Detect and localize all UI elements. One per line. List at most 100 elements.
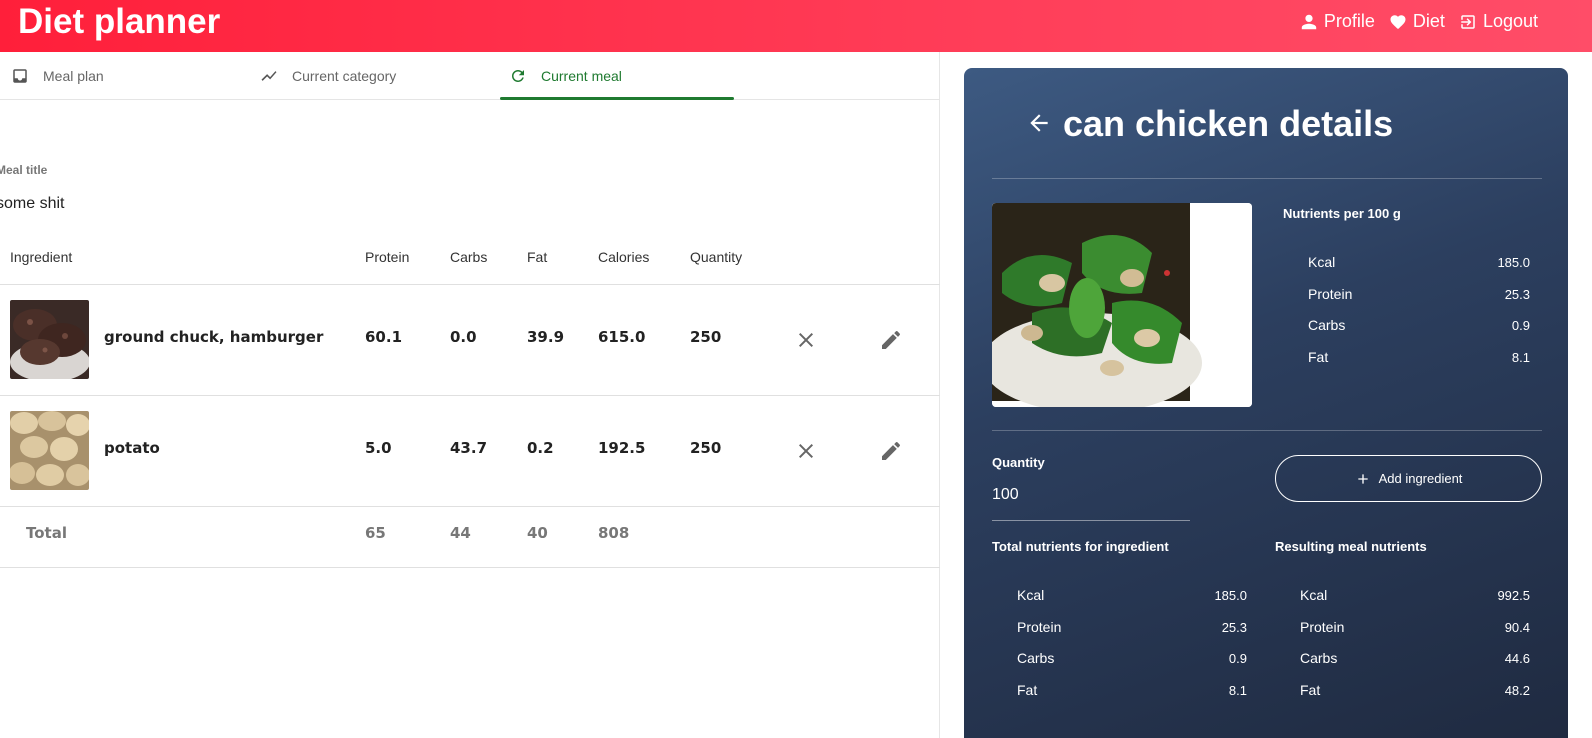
total-protein: 65: [365, 524, 386, 542]
edit-ingredient-button[interactable]: [879, 328, 903, 352]
total-label: Total: [26, 524, 67, 542]
ingredient-name: ground chuck, hamburger: [104, 328, 324, 346]
per100-protein-label: Protein: [1308, 286, 1353, 302]
tab-current-category-label: Current category: [292, 68, 397, 84]
tab-current-category[interactable]: Current category: [260, 52, 396, 100]
heart-icon: [1390, 14, 1406, 29]
cell-carbs: 0.0: [450, 328, 477, 346]
col-fat: Fat: [527, 249, 548, 265]
per100-label: Nutrients per 100 g: [1283, 206, 1401, 221]
per100-kcal-label: Kcal: [1308, 254, 1336, 270]
col-ingredient: Ingredient: [10, 249, 73, 265]
ingredient-photo: [992, 203, 1252, 407]
tab-bar: Meal plan Current category Current meal: [0, 52, 940, 100]
remove-ingredient-button[interactable]: [794, 328, 818, 352]
person-icon: [1301, 14, 1317, 29]
cell-fat: 0.2: [527, 439, 554, 457]
total-calories: 808: [598, 524, 630, 542]
resulting-kcal-label: Kcal: [1300, 587, 1328, 603]
back-button[interactable]: [1026, 110, 1052, 136]
row-divider: [0, 506, 940, 507]
divider: [992, 178, 1542, 179]
cell-protein: 5.0: [365, 439, 392, 457]
resulting-protein-label: Protein: [1300, 619, 1345, 635]
plus-icon: [1357, 473, 1368, 484]
total-protein-label: Protein: [1017, 619, 1062, 635]
quantity-label: Quantity: [992, 455, 1045, 470]
per100-protein-value: 25.3: [1504, 287, 1530, 302]
ingredient-details-panel: can chicken details Nutrients per 100 g …: [964, 68, 1568, 738]
total-carbs-label: Carbs: [1017, 650, 1055, 666]
add-ingredient-label: Add ingredient: [1378, 471, 1463, 486]
resulting-carbs-label: Carbs: [1300, 650, 1338, 666]
meal-title-label: Meal title: [0, 163, 48, 177]
nav-profile[interactable]: Profile: [1300, 11, 1375, 32]
total-fat: 40: [527, 524, 548, 542]
quantity-input[interactable]: 100: [992, 486, 1019, 504]
arrow-left-icon: [1030, 114, 1048, 132]
active-tab-indicator: [500, 97, 734, 100]
header-nav: Profile Diet Logout: [1300, 11, 1538, 32]
per100-carbs-value: 0.9: [1511, 318, 1530, 333]
cell-quantity: 250: [690, 328, 722, 346]
app-header: Diet planner Profile Diet Logout: [0, 0, 1592, 52]
resulting-protein-value: 90.4: [1504, 620, 1530, 635]
resulting-carbs-value: 44.6: [1504, 651, 1530, 666]
meal-title-field[interactable]: some shit: [0, 195, 64, 213]
cell-protein: 60.1: [365, 328, 403, 346]
trending-icon: [261, 71, 277, 81]
inbox-icon: [13, 69, 27, 83]
nav-logout[interactable]: Logout: [1459, 11, 1538, 32]
total-nutrients-label: Total nutrients for ingredient: [992, 539, 1169, 554]
tab-current-meal-label: Current meal: [541, 68, 622, 84]
resulting-nutrients-label: Resulting meal nutrients: [1275, 539, 1427, 554]
resulting-kcal-value: 992.5: [1497, 588, 1530, 603]
pencil-icon: [882, 442, 900, 460]
total-kcal-label: Kcal: [1017, 587, 1045, 603]
total-kcal-value: 185.0: [1214, 588, 1247, 603]
col-quantity: Quantity: [690, 249, 743, 265]
total-protein-value: 25.3: [1221, 620, 1247, 635]
tab-current-meal[interactable]: Current meal: [509, 52, 622, 100]
resulting-fat-value: 48.2: [1504, 683, 1530, 698]
total-carbs: 44: [450, 524, 471, 542]
add-ingredient-button[interactable]: Add ingredient: [1275, 455, 1542, 502]
quantity-underline: [992, 520, 1190, 521]
nav-diet-label: Diet: [1412, 11, 1445, 31]
logout-icon: [1461, 14, 1475, 29]
per100-fat-label: Fat: [1308, 349, 1329, 365]
total-fat-label: Fat: [1017, 682, 1038, 698]
tab-meal-plan[interactable]: Meal plan: [11, 52, 104, 100]
close-icon: [799, 333, 813, 347]
cell-quantity: 250: [690, 439, 722, 457]
edit-ingredient-button[interactable]: [879, 439, 903, 463]
cell-calories: 192.5: [598, 439, 646, 457]
row-divider: [0, 395, 940, 396]
ingredient-thumbnail: [10, 411, 89, 490]
nav-logout-label: Logout: [1482, 11, 1538, 31]
row-divider: [0, 284, 940, 285]
per100-fat-value: 8.1: [1511, 350, 1530, 365]
remove-ingredient-button[interactable]: [794, 439, 818, 463]
nav-diet[interactable]: Diet: [1389, 11, 1445, 32]
nav-profile-label: Profile: [1323, 11, 1375, 31]
cell-fat: 39.9: [527, 328, 565, 346]
ingredient-thumbnail: [10, 300, 89, 379]
tab-meal-plan-label: Meal plan: [43, 68, 104, 84]
per100-kcal-value: 185.0: [1497, 255, 1530, 270]
per100-carbs-label: Carbs: [1308, 317, 1346, 333]
app-title[interactable]: Diet planner: [18, 2, 220, 42]
cell-carbs: 43.7: [450, 439, 488, 457]
meal-panel: Meal plan Current category Current meal …: [0, 52, 940, 738]
col-carbs: Carbs: [450, 249, 488, 265]
ingredient-name: potato: [104, 439, 160, 457]
total-fat-value: 8.1: [1228, 683, 1247, 698]
details-title: can chicken details: [1063, 103, 1394, 144]
close-icon: [799, 444, 813, 458]
row-divider: [0, 567, 940, 568]
resulting-fat-label: Fat: [1300, 682, 1321, 698]
cell-calories: 615.0: [598, 328, 646, 346]
col-protein: Protein: [365, 249, 410, 265]
total-carbs-value: 0.9: [1228, 651, 1247, 666]
col-calories: Calories: [598, 249, 650, 265]
